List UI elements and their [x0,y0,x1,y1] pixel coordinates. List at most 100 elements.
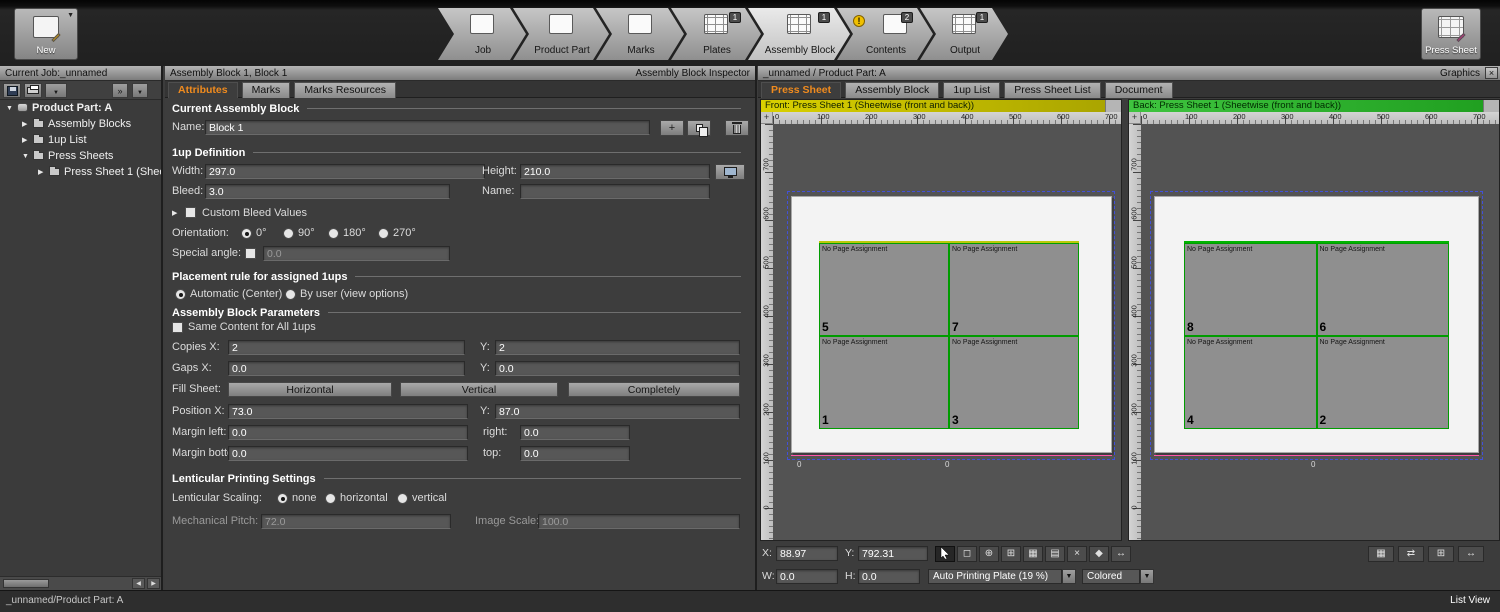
fill-vertical-button[interactable]: Vertical [400,382,558,397]
pages-view-tool[interactable]: ▤ [1045,546,1065,562]
expander-closed-icon[interactable]: ▶ [22,117,32,133]
gaps-y-field[interactable]: 0.0 [495,361,740,376]
orientation-90-radio[interactable] [283,228,294,239]
step-job[interactable]: Job [438,8,526,60]
back-1up-cell[interactable]: No Page Assignment 4 [1184,336,1317,429]
zoom-area-tool[interactable]: ⊞ [1001,546,1021,562]
special-angle-field[interactable]: 0.0 [263,246,450,261]
special-angle-checkbox[interactable] [245,248,256,259]
copies-x-field[interactable]: 2 [228,340,465,355]
position-x-field[interactable]: 73.0 [228,404,468,419]
lenticular-horizontal-radio[interactable] [325,493,336,504]
new-dropdown-caret-icon[interactable]: ▼ [67,12,74,19]
selection-height-field[interactable]: 0.0 [858,569,920,584]
custom-bleed-checkbox[interactable] [185,207,196,218]
cut-tool[interactable]: × [1067,546,1087,562]
frame-select-tool[interactable]: ◻ [957,546,977,562]
tree-item-1up-list[interactable]: ▶1up List [0,132,161,148]
back-1up-cell[interactable]: No Page Assignment 6 [1317,243,1450,336]
keypad-button[interactable]: ▦ [1368,546,1394,562]
fit-view-button[interactable]: ↔ [1458,546,1484,562]
step-marks[interactable]: Marks [596,8,684,60]
step-plates[interactable]: 1 Plates [671,8,761,60]
orientation-0-radio[interactable] [241,228,252,239]
grid-view-tool[interactable]: ▦ [1023,546,1043,562]
placement-by-user-radio[interactable] [285,289,296,300]
zoom-tool[interactable]: ⊕ [979,546,999,562]
step-contents[interactable]: ! 2 Contents [837,8,933,60]
gaps-x-field[interactable]: 0.0 [228,361,465,376]
cursor-x-field[interactable]: 88.97 [776,546,838,561]
measure-tool[interactable]: ↔ [1111,546,1131,562]
tree-item-press-sheet-1[interactable]: ▶Press Sheet 1 (Sheetwise [0,164,161,180]
custom-bleed-expander-icon[interactable]: ▶ [172,209,177,217]
expand-all-button[interactable]: » [112,83,128,98]
delete-block-button[interactable] [725,120,749,136]
orientation-270-radio[interactable] [378,228,389,239]
press-sheet-button[interactable]: Press Sheet [1421,8,1481,60]
front-1up-cell[interactable]: No Page Assignment 7 [949,243,1079,336]
block-name-field[interactable]: Block 1 [205,120,650,135]
color-dropdown-caret-icon[interactable]: ▼ [1140,569,1154,584]
snap-button[interactable]: ⊞ [1428,546,1454,562]
selection-width-field[interactable]: 0.0 [776,569,838,584]
front-1up-cell[interactable]: No Page Assignment 5 [819,243,949,336]
orientation-180-radio[interactable] [328,228,339,239]
status-right-text[interactable]: List View [1450,595,1490,606]
oneup-name-field[interactable] [520,184,710,199]
copies-y-field[interactable]: 2 [495,340,740,355]
cursor-y-field[interactable]: 792.31 [858,546,928,561]
same-content-checkbox[interactable] [172,322,183,333]
tab-attributes[interactable]: Attributes [168,82,238,98]
step-output[interactable]: 1 Output [920,8,1008,60]
collapse-button[interactable]: ▼ [132,83,148,98]
plate-dropdown-caret-icon[interactable]: ▼ [1062,569,1076,584]
tree-item-assembly-blocks[interactable]: ▶Assembly Blocks [0,116,161,132]
back-1up-cell[interactable]: No Page Assignment 8 [1184,243,1317,336]
plate-view-dropdown[interactable]: Auto Printing Plate (19 %) [928,569,1062,584]
fill-completely-button[interactable]: Completely [568,382,740,397]
bleed-field[interactable]: 3.0 [205,184,450,199]
expander-open-icon[interactable]: ▼ [6,101,16,117]
margin-right-field[interactable]: 0.0 [520,425,630,440]
height-field[interactable]: 210.0 [520,164,710,179]
fill-horizontal-button[interactable]: Horizontal [228,382,392,397]
scrollbar-thumb[interactable] [3,579,49,588]
tree-item-product-part[interactable]: ▼Product Part: A [0,100,161,116]
step-assembly-block[interactable]: 1 Assembly Block [748,8,850,60]
tab-press-sheet[interactable]: Press Sheet [761,82,841,98]
save-button[interactable] [3,83,21,98]
expander-closed-icon[interactable]: ▶ [38,165,48,181]
pointer-tool[interactable] [935,546,955,562]
scroll-right-arrow-icon[interactable]: ▶ [147,578,160,589]
expander-closed-icon[interactable]: ▶ [22,133,32,149]
margin-top-field[interactable]: 0.0 [520,446,630,461]
tab-document[interactable]: Document [1105,82,1173,98]
lenticular-none-radio[interactable] [277,493,288,504]
tab-assembly-block[interactable]: Assembly Block [845,82,939,98]
placement-automatic-radio[interactable] [175,289,186,300]
front-canvas[interactable]: No Page Assignment 5 No Page Assignment … [773,124,1121,540]
expander-open-icon[interactable]: ▼ [22,149,32,165]
front-1up-cell[interactable]: No Page Assignment 3 [949,336,1079,429]
view-dropdown[interactable]: ▼ [45,83,67,98]
step-product-part[interactable]: Product Part [513,8,609,60]
front-1up-cell[interactable]: No Page Assignment 1 [819,336,949,429]
tab-1up-list[interactable]: 1up List [943,82,1000,98]
print-button[interactable] [24,83,42,98]
tab-marks-resources[interactable]: Marks Resources [294,82,396,98]
color-mode-dropdown[interactable]: Colored [1082,569,1140,584]
tab-marks[interactable]: Marks [242,82,291,98]
back-1up-cell[interactable]: No Page Assignment 2 [1317,336,1450,429]
swap-sides-button[interactable]: ⇄ [1398,546,1424,562]
eyedropper-tool[interactable]: ◆ [1089,546,1109,562]
position-y-field[interactable]: 87.0 [495,404,740,419]
new-button[interactable]: ▼ New [14,8,78,60]
lenticular-vertical-radio[interactable] [397,493,408,504]
tree-item-press-sheets[interactable]: ▼Press Sheets [0,148,161,164]
tab-press-sheet-list[interactable]: Press Sheet List [1004,82,1100,98]
view-options-button[interactable] [715,164,745,180]
close-icon[interactable]: × [1485,67,1498,79]
margin-left-field[interactable]: 0.0 [228,425,468,440]
width-field[interactable]: 297.0 [205,164,485,179]
